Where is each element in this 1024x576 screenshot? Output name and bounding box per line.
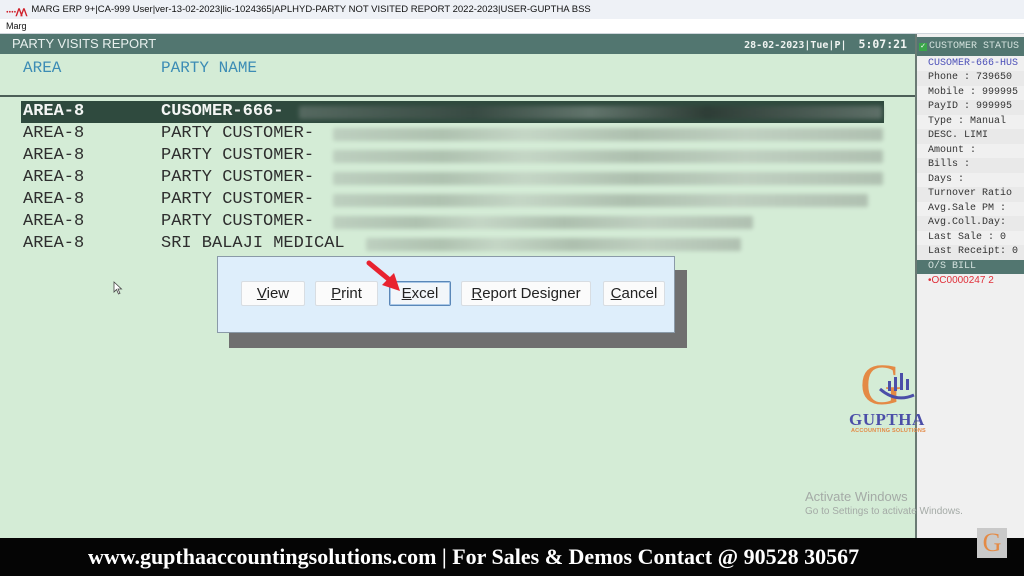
window-title: MARG ERP 9+|CA-999 User|ver-13-02-2023|l…	[31, 4, 591, 15]
redacted-details	[333, 128, 883, 141]
redacted-details	[333, 172, 883, 185]
footer-banner: www.gupthaaccountingsolutions.com | For …	[0, 538, 1024, 576]
export-options-dialog: View Print Excel Report Designer Cancel	[217, 256, 675, 333]
cell-party: PARTY CUSTOMER-	[161, 168, 315, 187]
field-list: Phone : 739650 Mobile : 999995 PayID : 9…	[917, 71, 1024, 260]
table-row[interactable]: AREA-8 PARTY CUSTOMER-	[21, 123, 884, 145]
window-title-bar: ᠁ᐱᐱ MARG ERP 9+|CA-999 User|ver-13-02-20…	[0, 0, 1024, 19]
guptha-logo: G GUPTHA ACCOUNTING SOLUTIONS	[846, 352, 936, 437]
field-phone: Phone : 739650	[917, 71, 1024, 86]
cell-party: PARTY CUSTOMER-	[161, 212, 315, 231]
field-last-sale: Last Sale : 0	[928, 231, 1007, 243]
mini-logo-letter: G	[982, 528, 1002, 557]
redacted-details	[333, 194, 868, 207]
activate-windows-watermark: Activate Windows Go to Settings to activ…	[805, 489, 963, 517]
cell-party: SRI BALAJI MEDICAL	[161, 234, 345, 253]
activate-subtitle: Go to Settings to activate Windows.	[805, 506, 963, 517]
customer-status-fields: CUSOMER-666-HUS Phone : 739650 Mobile : …	[917, 57, 1024, 260]
customer-status-title: CUSTOMER STATUS	[929, 41, 1020, 52]
date-time-display: 28-02-2023|Tue|P| 5:07:21	[744, 37, 907, 51]
report-designer-button-label: Report Designer	[471, 285, 581, 302]
customer-status-header: ✓ CUSTOMER STATUS	[917, 37, 1024, 56]
table-row[interactable]: AREA-8 PARTY CUSTOMER-	[21, 167, 884, 189]
mouse-cursor-icon	[113, 281, 123, 295]
annotation-arrow-icon	[366, 260, 400, 291]
field-amount: Amount :	[928, 144, 977, 156]
column-header-party-name: PARTY NAME	[161, 59, 258, 77]
cell-area: AREA-8	[23, 124, 85, 143]
field-bills: Bills :	[917, 158, 1024, 173]
table-row[interactable]: AREA-8 PARTY CUSTOMER-	[21, 189, 884, 211]
column-headers: AREA PARTY NAME	[0, 54, 915, 97]
table-row[interactable]: AREA-8 SRI BALAJI MEDICAL	[21, 233, 884, 255]
field-type: Type : Manual	[928, 115, 1007, 127]
activate-title: Activate Windows	[805, 489, 908, 504]
cell-area: AREA-8	[23, 190, 85, 209]
field-mobile: Mobile : 999995	[928, 86, 1019, 98]
table-row[interactable]: AREA-8 PARTY CUSTOMER-	[21, 211, 884, 233]
field-payid: PayID : 999995	[917, 100, 1024, 115]
cell-party: PARTY CUSTOMER-	[161, 124, 315, 143]
cancel-button[interactable]: Cancel	[603, 281, 665, 306]
logo-word: GUPTHA	[849, 410, 925, 429]
footer-text: www.gupthaaccountingsolutions.com | For …	[88, 544, 860, 569]
redacted-details	[299, 106, 882, 119]
cell-party: CUSOMER-666-	[161, 102, 284, 121]
field-last-receipt: Last Receipt: 0	[917, 245, 1024, 260]
os-bill-row[interactable]: •OC0000247 2	[917, 274, 1024, 288]
mnemonic-letter: P	[331, 285, 342, 302]
logo-tagline: ACCOUNTING SOLUTIONS	[851, 428, 926, 434]
report-header: PARTY VISITS REPORT 28-02-2023|Tue|P| 5:…	[0, 34, 915, 54]
checkmark-icon: ✓	[919, 43, 927, 51]
mnemonic-letter: C	[610, 285, 622, 302]
column-header-area: AREA	[23, 59, 62, 77]
field-avg-coll-day: Avg.Coll.Day:	[917, 216, 1024, 231]
mnemonic-letter: V	[256, 285, 267, 302]
cell-party: PARTY CUSTOMER-	[161, 146, 315, 165]
mini-logo-icon: G	[977, 528, 1007, 558]
cell-party: PARTY CUSTOMER-	[161, 190, 315, 209]
customer-status-panel: ✓ CUSTOMER STATUS CUSOMER-666-HUS Phone :…	[915, 34, 1024, 538]
report-date: 28-02-2023|Tue|P|	[744, 40, 847, 51]
redacted-details	[333, 150, 883, 163]
table-row[interactable]: AREA-8 PARTY CUSTOMER-	[21, 145, 884, 167]
mnemonic-letter: R	[471, 285, 483, 302]
view-button[interactable]: View	[241, 281, 305, 306]
report-title: PARTY VISITS REPORT	[12, 36, 157, 51]
cell-area: AREA-8	[23, 234, 85, 253]
excel-button-label: Excel	[401, 285, 439, 302]
field-turnover-ratio: Turnover Ratio	[917, 187, 1024, 202]
cell-area: AREA-8	[23, 212, 85, 231]
cell-area: AREA-8	[23, 168, 85, 187]
customer-name: CUSOMER-666-HUS	[928, 58, 1019, 69]
field-days: Days :	[928, 173, 965, 185]
redacted-details	[333, 216, 753, 229]
marg-logo-icon: ᠁ᐱᐱ	[4, 7, 27, 19]
growth-chart-icon	[879, 373, 915, 400]
menu-marg[interactable]: Marg	[6, 21, 27, 31]
field-avg-sale-pm: Avg.Sale PM :	[928, 202, 1007, 214]
view-button-label: View	[256, 285, 290, 302]
cell-area: AREA-8	[23, 102, 85, 121]
redacted-details	[366, 238, 741, 251]
table-row[interactable]: AREA-8 CUSOMER-666-	[21, 101, 884, 123]
menu-bar: Marg	[0, 19, 1024, 34]
report-time: 5:07:21	[858, 37, 907, 51]
print-button-label: Print	[331, 285, 362, 302]
os-bill-header: O/S BILL	[917, 260, 1024, 274]
cell-area: AREA-8	[23, 146, 85, 165]
field-desc: DESC. LIMI	[917, 129, 1024, 144]
cancel-button-label: Cancel	[610, 285, 658, 302]
report-designer-button[interactable]: Report Designer	[461, 281, 591, 306]
